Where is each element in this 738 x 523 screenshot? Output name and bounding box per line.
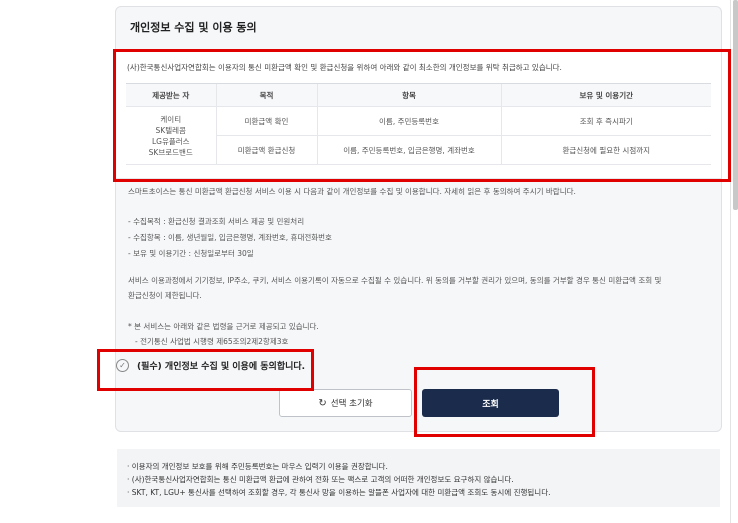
law-note: * 본 서비스는 아래와 같은 법령을 근거로 제공되고 있습니다. — [128, 322, 319, 331]
notice-item: · SKT, KT, LGU+ 통신사를 선택하여 조회할 경우, 각 통신사 … — [127, 488, 551, 497]
section-title: 개인정보 수집 및 이용 동의 — [130, 21, 257, 34]
description-lead: 스마트초이스는 통신 미환급액 환급신청 서비스 이용 시 다음과 같이 개인정… — [128, 187, 576, 196]
highlight-box-search — [414, 367, 595, 437]
description-bullet: - 보유 및 이용기간 : 신청일로부터 30일 — [128, 249, 254, 258]
reset-selection-button[interactable]: ↻ 선택 초기화 — [279, 389, 412, 417]
description-bullet: - 수집항목 : 이름, 생년월일, 입금은행명, 계좌번호, 휴대전화번호 — [128, 233, 332, 242]
notice-box: · 이용자의 개인정보 보호를 위해 주민등록번호는 마우스 입력기 이용을 권… — [117, 449, 720, 507]
highlight-box-table — [113, 49, 731, 182]
auto-collect-text: 서비스 이용과정에서 기기정보, IP주소, 쿠키, 서비스 이용기록이 자동으… — [128, 276, 662, 285]
scrollbar[interactable] — [733, 0, 738, 210]
notice-item: · (사)한국통신사업자연합회는 통신 미환급액 환급에 관하여 전화 또는 팩… — [127, 475, 514, 484]
refresh-icon: ↻ — [318, 397, 327, 409]
description-bullet: - 수집목적 : 환급신청 결과조회 서비스 제공 및 민원처리 — [128, 217, 305, 226]
law-item: - 전기통신 사업법 시행령 제65조의2제2항제3호 — [135, 337, 289, 346]
auto-collect-text: 환급신청이 제한됩니다. — [128, 291, 202, 300]
notice-item: · 이용자의 개인정보 보호를 위해 주민등록번호는 마우스 입력기 이용을 권… — [127, 462, 388, 471]
reset-button-label: 선택 초기화 — [330, 399, 373, 409]
highlight-box-consent — [97, 349, 314, 391]
